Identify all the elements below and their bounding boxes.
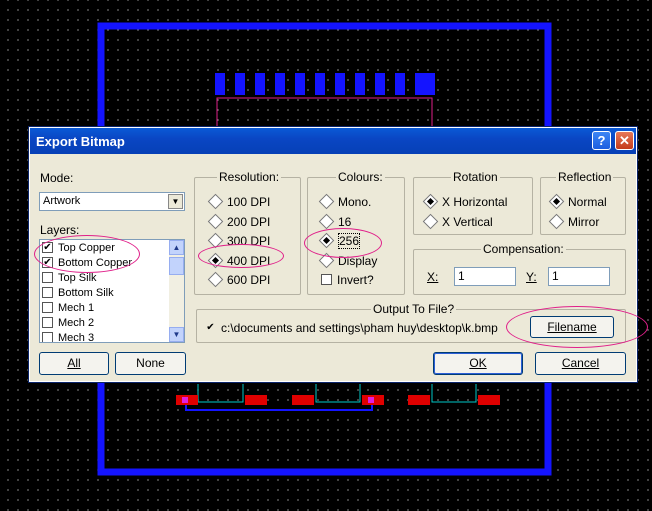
none-button[interactable]: None [115, 352, 186, 375]
mode-select[interactable]: Artwork ▼ [39, 192, 185, 211]
close-icon: ✕ [619, 133, 630, 148]
radio-icon[interactable] [422, 214, 439, 230]
radio-600-dpi[interactable]: 600 DPI [207, 272, 270, 288]
mode-value: Artwork [43, 195, 81, 207]
layers-scrollbar[interactable]: ▲ ▼ [169, 240, 184, 342]
connector-pins-top [215, 73, 435, 95]
layer-item[interactable]: Mech 3 [42, 331, 94, 342]
radio-icon[interactable] [207, 214, 224, 230]
radio-icon[interactable] [422, 194, 439, 210]
resolution-group: Resolution: 100 DPI 200 DPI 300 DPI 400 … [194, 170, 301, 295]
radio-x-horizontal[interactable]: X Horizontal [422, 194, 507, 210]
scroll-up-icon[interactable]: ▲ [169, 240, 184, 255]
radio-normal[interactable]: Normal [548, 194, 607, 210]
compensation-title: Compensation: [481, 242, 566, 256]
radio-icon[interactable] [318, 194, 335, 210]
compensation-y-input[interactable]: 1 [548, 267, 610, 286]
radio-100-dpi[interactable]: 100 DPI [207, 194, 270, 210]
output-to-file-checkbox[interactable]: ✔ c:\documents and settings\pham huy\desk… [205, 321, 498, 335]
help-button[interactable]: ? [592, 131, 611, 150]
all-button[interactable]: All [39, 352, 109, 375]
bottom-pads [176, 395, 500, 405]
radio-mono[interactable]: Mono. [318, 194, 371, 210]
x-label: X: [427, 270, 439, 284]
compensation-group: Compensation: X: 1 Y: 1 [413, 242, 626, 295]
checkbox-icon[interactable] [42, 301, 53, 313]
mode-label: Mode: [40, 171, 74, 185]
radio-icon[interactable] [548, 194, 565, 210]
layer-item[interactable]: Mech 1 [42, 301, 94, 317]
checkbox-icon[interactable] [42, 271, 53, 283]
layer-item[interactable]: Bottom Silk [42, 286, 114, 302]
y-label: Y: [526, 270, 537, 284]
colours-title: Colours: [336, 170, 385, 184]
radio-200-dpi[interactable]: 200 DPI [207, 214, 270, 230]
output-title: Output To File? [371, 302, 457, 316]
ok-button[interactable]: OK [433, 352, 523, 375]
dialog-title: Export Bitmap [36, 134, 125, 149]
annotation-ellipse-layers [34, 235, 140, 273]
radio-mirror[interactable]: Mirror [548, 214, 599, 230]
silk-outline-top [216, 97, 433, 128]
annotation-ellipse-filename [506, 306, 648, 348]
reflection-title: Reflection [556, 170, 614, 184]
checkbox-icon[interactable] [42, 331, 53, 342]
title-bar[interactable]: Export Bitmap ? ✕ [30, 128, 636, 154]
radio-icon[interactable] [318, 214, 335, 230]
reflection-group: Reflection Normal Mirror [540, 170, 626, 235]
bottom-tracks [197, 384, 477, 403]
layer-item[interactable]: Top Silk [42, 271, 97, 287]
checkbox-icon[interactable] [42, 316, 53, 328]
rotation-group: Rotation X Horizontal X Vertical [413, 170, 533, 235]
radio-icon[interactable] [207, 272, 224, 288]
checkbox-icon[interactable]: ✔ [205, 322, 216, 333]
rotation-title: Rotation [451, 170, 500, 184]
radio-icon[interactable] [207, 194, 224, 210]
cancel-button[interactable]: Cancel [535, 352, 626, 375]
output-path: c:\documents and settings\pham huy\deskt… [221, 321, 498, 335]
scroll-down-icon[interactable]: ▼ [169, 327, 184, 342]
radio-x-vertical[interactable]: X Vertical [422, 214, 493, 230]
resolution-title: Resolution: [217, 170, 282, 184]
scroll-thumb[interactable] [169, 257, 184, 275]
annotation-ellipse-400dpi [198, 244, 284, 268]
checkbox-icon[interactable] [321, 274, 332, 286]
layer-item[interactable]: Mech 2 [42, 316, 94, 332]
compensation-x-input[interactable]: 1 [454, 267, 516, 286]
checkbox-icon[interactable] [42, 286, 53, 298]
annotation-ellipse-256 [304, 228, 382, 258]
chevron-down-icon[interactable]: ▼ [168, 194, 183, 209]
radio-icon[interactable] [548, 214, 565, 230]
close-button[interactable]: ✕ [615, 131, 634, 150]
radio-16[interactable]: 16 [318, 214, 351, 230]
invert-checkbox[interactable]: Invert? [321, 273, 374, 287]
